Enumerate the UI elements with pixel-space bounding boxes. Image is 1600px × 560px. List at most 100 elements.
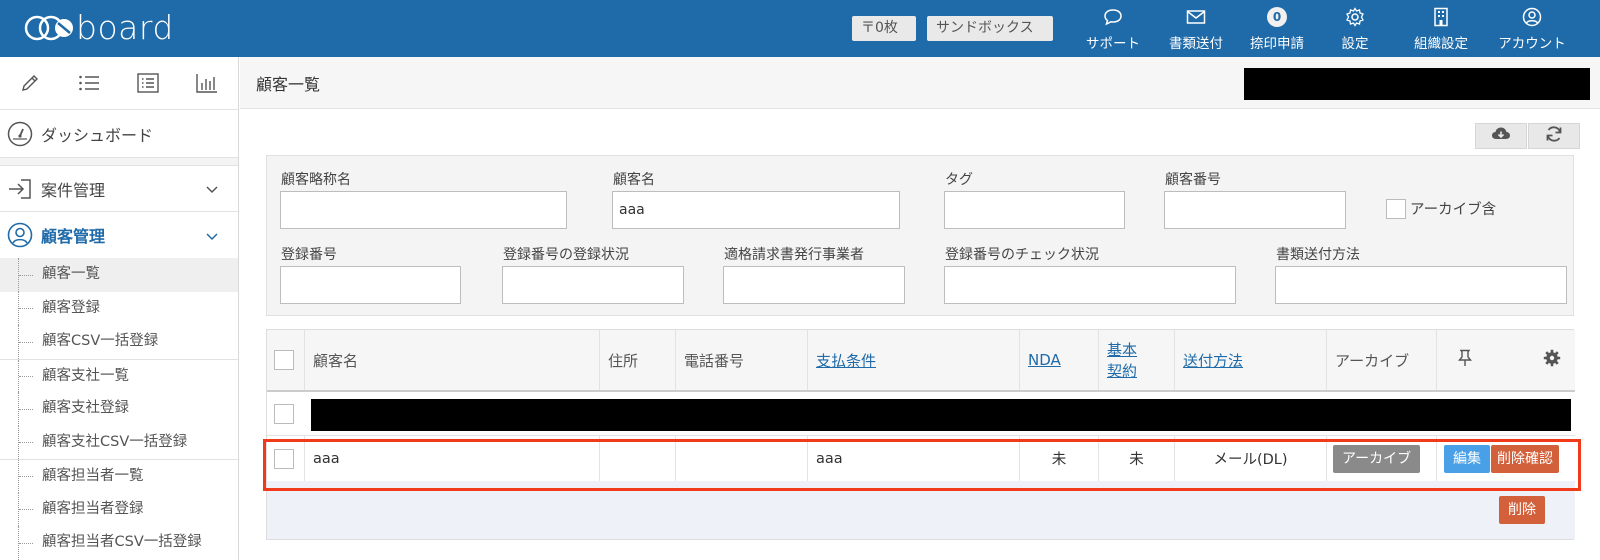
nav-seal-request[interactable]: 0 捺印申請 [1243,6,1311,54]
sidebar-item-customer-register[interactable]: 顧客登録 [0,291,238,326]
logo-text: board [76,8,174,47]
filter-reg-no-label: 登録番号 [281,247,337,263]
logo-mark-icon [24,15,73,41]
sidebar-item-contact-register[interactable]: 顧客担当者登録 [0,492,238,527]
nav-support-label: サポート [1086,36,1140,52]
sandbox-button[interactable]: サンドボックス [927,16,1053,41]
sidebar-item-anken[interactable]: 案件管理 [0,166,238,212]
nav-org-settings-label: 組織設定 [1414,36,1468,52]
sidebar-item-branch-csv[interactable]: 顧客支社CSV一括登録 [0,425,238,460]
filter-qualified-label: 適格請求書発行事業者 [724,247,864,263]
nav-account-label: アカウント [1498,36,1566,52]
col-send-link[interactable]: 送付方法 [1183,350,1243,371]
col-actions [1437,330,1575,390]
chevron-down-icon [206,226,218,245]
boxed-list-icon[interactable] [118,57,177,110]
sidebar-item-dashboard[interactable]: ダッシュボード [0,110,238,158]
nav-support[interactable]: サポート [1080,6,1146,54]
list-toolbar [1475,123,1580,149]
checkbox[interactable] [1386,198,1406,219]
filter-reg-status-label: 登録番号の登録状況 [503,247,629,263]
col-payment[interactable]: 支払条件 [808,330,1020,390]
col-nda-link[interactable]: NDA [1028,351,1061,369]
sidebar-item-kokyaku-label: 顧客管理 [41,227,106,246]
filter-number-label: 顧客番号 [1165,172,1221,188]
nav-account[interactable]: アカウント [1493,6,1571,54]
pencil-icon[interactable] [0,57,59,110]
speedometer-icon [7,121,33,147]
user-circle-icon [1522,6,1542,28]
col-archive: アーカイブ [1327,330,1437,390]
sidebar-item-kokyaku[interactable]: 顧客管理 [0,212,238,258]
tray-count-button[interactable]: 〒0枚 [852,16,916,41]
filter-tag-input[interactable] [944,191,1125,229]
col-basic[interactable]: 基本 契約 [1099,330,1175,390]
col-basic-link-2[interactable]: 契約 [1107,360,1137,381]
chat-bubble-icon [1103,6,1123,28]
filter-number-input[interactable] [1164,191,1346,229]
redacted-area [1244,68,1590,100]
filter-reg-no-input[interactable] [280,266,461,304]
filter-name-label: 顧客名 [613,172,655,188]
col-name[interactable]: 顧客名 [305,330,600,390]
nav-settings-label: 設定 [1341,36,1369,52]
nav-settings[interactable]: 設定 [1330,6,1380,54]
refresh-icon [1545,125,1563,147]
gear-icon [1345,6,1365,28]
filter-panel: 顧客略称名 顧客名 aaa タグ 顧客番号 アーカイブ含 登録番号 登録番号の登… [266,155,1574,316]
sidebar-item-customer-csv[interactable]: 顧客CSV一括登録 [0,325,238,359]
cloud-download-icon [1491,126,1511,146]
filter-send-method-label: 書類送付方法 [1276,247,1360,263]
sidebar-item-dashboard-label: ダッシュボード [41,125,154,145]
col-phone[interactable]: 電話番号 [676,330,808,390]
col-payment-link[interactable]: 支払条件 [816,350,876,371]
chevron-down-icon [206,179,218,198]
highlight-box [263,439,1581,491]
gear-icon[interactable] [1543,349,1561,371]
row-select-cell [267,392,305,435]
filter-qualified-select[interactable] [723,266,905,304]
sidebar: ダッシュボード 案件管理 顧客管理 顧客一覧 顧客登録 顧客CSV一括登録 顧客… [0,57,239,560]
pin-icon[interactable] [1457,349,1473,371]
select-all-cell [267,330,305,390]
sidebar-divider [0,158,238,166]
filter-check-status-select[interactable] [944,266,1236,304]
download-button[interactable] [1475,123,1527,149]
page-title: 顧客一覧 [256,75,321,94]
nav-seal-request-label: 捺印申請 [1250,36,1304,52]
archive-include-label: アーカイブ含 [1410,202,1497,218]
board-logo[interactable]: board [24,10,174,46]
filter-name-input[interactable]: aaa [612,191,900,229]
nav-send-docs-label: 書類送付 [1169,36,1223,52]
sidebar-sublist: 顧客一覧 顧客登録 顧客CSV一括登録 顧客支社一覧 顧客支社登録 顧客支社CS… [0,258,238,560]
redacted-row [311,399,1571,431]
bar-chart-icon[interactable] [177,57,236,110]
filter-short-name-label: 顧客略称名 [281,172,351,188]
user-circle-icon [7,222,33,248]
col-send[interactable]: 送付方法 [1175,330,1327,390]
filter-short-name-input[interactable] [280,191,567,229]
refresh-button[interactable] [1528,123,1580,149]
col-address[interactable]: 住所 [600,330,676,390]
sidebar-item-contact-list[interactable]: 顧客担当者一覧 [0,459,238,493]
row-checkbox[interactable] [274,403,294,424]
sidebar-item-customer-list[interactable]: 顧客一覧 [0,258,238,292]
filter-check-status-label: 登録番号のチェック状況 [945,247,1099,263]
nav-org-settings[interactable]: 組織設定 [1406,6,1476,54]
sidebar-item-contact-csv[interactable]: 顧客担当者CSV一括登録 [0,526,238,560]
sign-in-icon [7,176,33,202]
filter-send-method-select[interactable] [1275,266,1567,304]
sidebar-item-branch-register[interactable]: 顧客支社登録 [0,392,238,426]
delete-button[interactable]: 削除 [1499,496,1545,524]
col-basic-link-1[interactable]: 基本 [1107,339,1137,360]
filter-reg-status-select[interactable] [502,266,684,304]
col-nda[interactable]: NDA [1020,330,1099,390]
sidebar-item-branch-list[interactable]: 顧客支社一覧 [0,358,238,393]
filter-tag-label: タグ [945,172,973,188]
bulleted-list-icon[interactable] [59,57,118,110]
select-all-checkbox[interactable] [274,350,294,370]
archive-include-checkbox[interactable]: アーカイブ含 [1386,198,1496,219]
table-row [267,392,1575,436]
nav-send-docs[interactable]: 書類送付 [1162,6,1230,54]
customer-table: 顧客名 住所 電話番号 支払条件 NDA 基本 契約 送付方法 アーカイブ aa… [266,329,1575,540]
